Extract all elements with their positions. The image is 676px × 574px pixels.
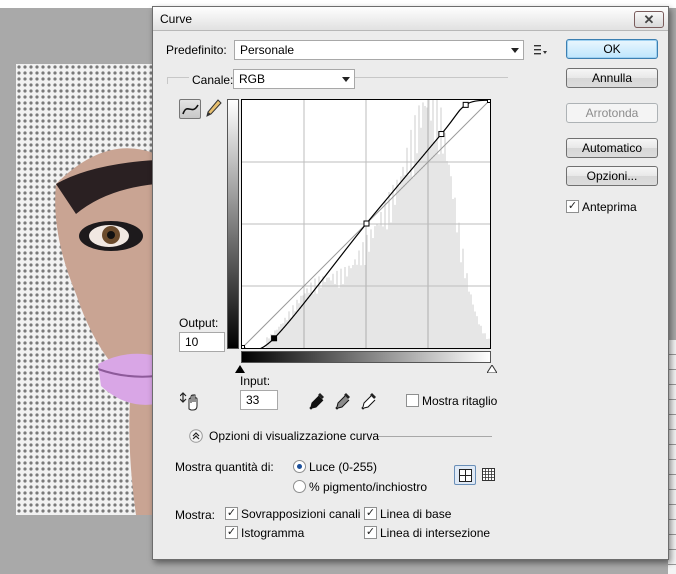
document-image	[16, 64, 156, 515]
black-point-slider[interactable]	[235, 365, 245, 373]
preset-label: Predefinito:	[166, 43, 227, 57]
light-radio[interactable]	[293, 460, 306, 473]
black-point-eyedropper-icon[interactable]	[309, 392, 325, 410]
preset-value: Personale	[240, 43, 295, 57]
preview-label: Anteprima	[582, 200, 637, 214]
options-button[interactable]: Opzioni...	[566, 166, 658, 186]
curve-point[interactable]	[271, 335, 278, 342]
intersection-line-label: Linea di intersezione	[380, 526, 491, 540]
curve-point[interactable]	[363, 220, 370, 227]
output-label: Output:	[179, 316, 219, 330]
curve-graph[interactable]	[239, 85, 493, 351]
pencil-icon[interactable]	[206, 99, 222, 119]
cancel-button[interactable]: Annulla	[566, 68, 658, 88]
section-divider	[378, 436, 492, 437]
channel-value: RGB	[239, 72, 266, 86]
background-panel	[668, 340, 676, 574]
close-icon: ✕	[643, 12, 655, 27]
pigment-radio[interactable]	[293, 480, 306, 493]
curve-point[interactable]	[462, 101, 469, 108]
curves-dialog: Curve ✕ Predefinito: Personale OK Annull…	[152, 6, 669, 560]
input-field[interactable]: 33	[240, 390, 278, 410]
output-value: 10	[185, 335, 199, 349]
baseline-label: Linea di base	[380, 507, 452, 521]
input-value: 33	[246, 393, 260, 407]
dialog-title: Curve	[160, 12, 193, 26]
chevron-down-icon	[342, 77, 350, 82]
channel-select[interactable]: RGB	[233, 69, 355, 89]
curve-point[interactable]	[438, 131, 445, 138]
show-clipping-label: Mostra ritaglio	[422, 394, 498, 408]
output-field[interactable]: 10	[179, 332, 225, 352]
curve-tool-icon	[182, 104, 199, 115]
chevron-down-icon	[511, 48, 519, 53]
smooth-button[interactable]: Arrotonda	[566, 103, 658, 123]
histogram-label: Istogramma	[241, 526, 305, 540]
preset-select[interactable]: Personale	[234, 40, 524, 60]
gray-point-eyedropper-icon[interactable]	[335, 392, 351, 410]
pigment-label: % pigmento/inchiostro	[309, 480, 428, 494]
auto-button[interactable]: Automatico	[566, 138, 658, 158]
simple-grid-button[interactable]	[454, 465, 476, 485]
ok-button[interactable]: OK	[566, 39, 658, 59]
histogram-checkbox[interactable]: ✓	[225, 526, 238, 539]
show-amount-label: Mostra quantità di:	[175, 460, 274, 474]
light-label: Luce (0-255)	[309, 460, 378, 474]
input-gradient-bar	[241, 351, 491, 363]
input-label: Input:	[240, 374, 271, 388]
channel-label: Canale:	[189, 73, 237, 87]
on-image-adjust-icon[interactable]	[180, 391, 202, 411]
curve-tool-button[interactable]	[179, 99, 201, 119]
show-label: Mostra:	[175, 508, 216, 522]
channel-overlays-label: Sovrapposizioni canali	[241, 507, 361, 521]
white-point-eyedropper-icon[interactable]	[361, 392, 377, 410]
curve-canvas[interactable]	[239, 85, 493, 351]
channel-overlays-checkbox[interactable]: ✓	[225, 507, 238, 520]
curve-point[interactable]	[239, 345, 245, 351]
display-options-header: Opzioni di visualizzazione curva	[209, 429, 380, 443]
show-clipping-checkbox[interactable]	[406, 394, 419, 407]
output-gradient-bar	[227, 99, 239, 349]
dialog-titlebar[interactable]: Curve ✕	[153, 7, 668, 31]
baseline-checkbox[interactable]: ✓	[364, 507, 377, 520]
simple-grid-icon	[459, 469, 472, 482]
preset-options-icon[interactable]	[534, 44, 548, 56]
collapse-chevron-icon[interactable]	[189, 429, 203, 443]
detailed-grid-icon[interactable]	[482, 468, 495, 481]
preview-checkbox[interactable]: ✓	[566, 200, 579, 213]
white-point-slider[interactable]	[487, 365, 497, 373]
close-button[interactable]: ✕	[634, 11, 664, 28]
channel-group-border-left	[167, 77, 168, 84]
curve-point[interactable]	[487, 97, 493, 103]
intersection-line-checkbox[interactable]: ✓	[364, 526, 377, 539]
